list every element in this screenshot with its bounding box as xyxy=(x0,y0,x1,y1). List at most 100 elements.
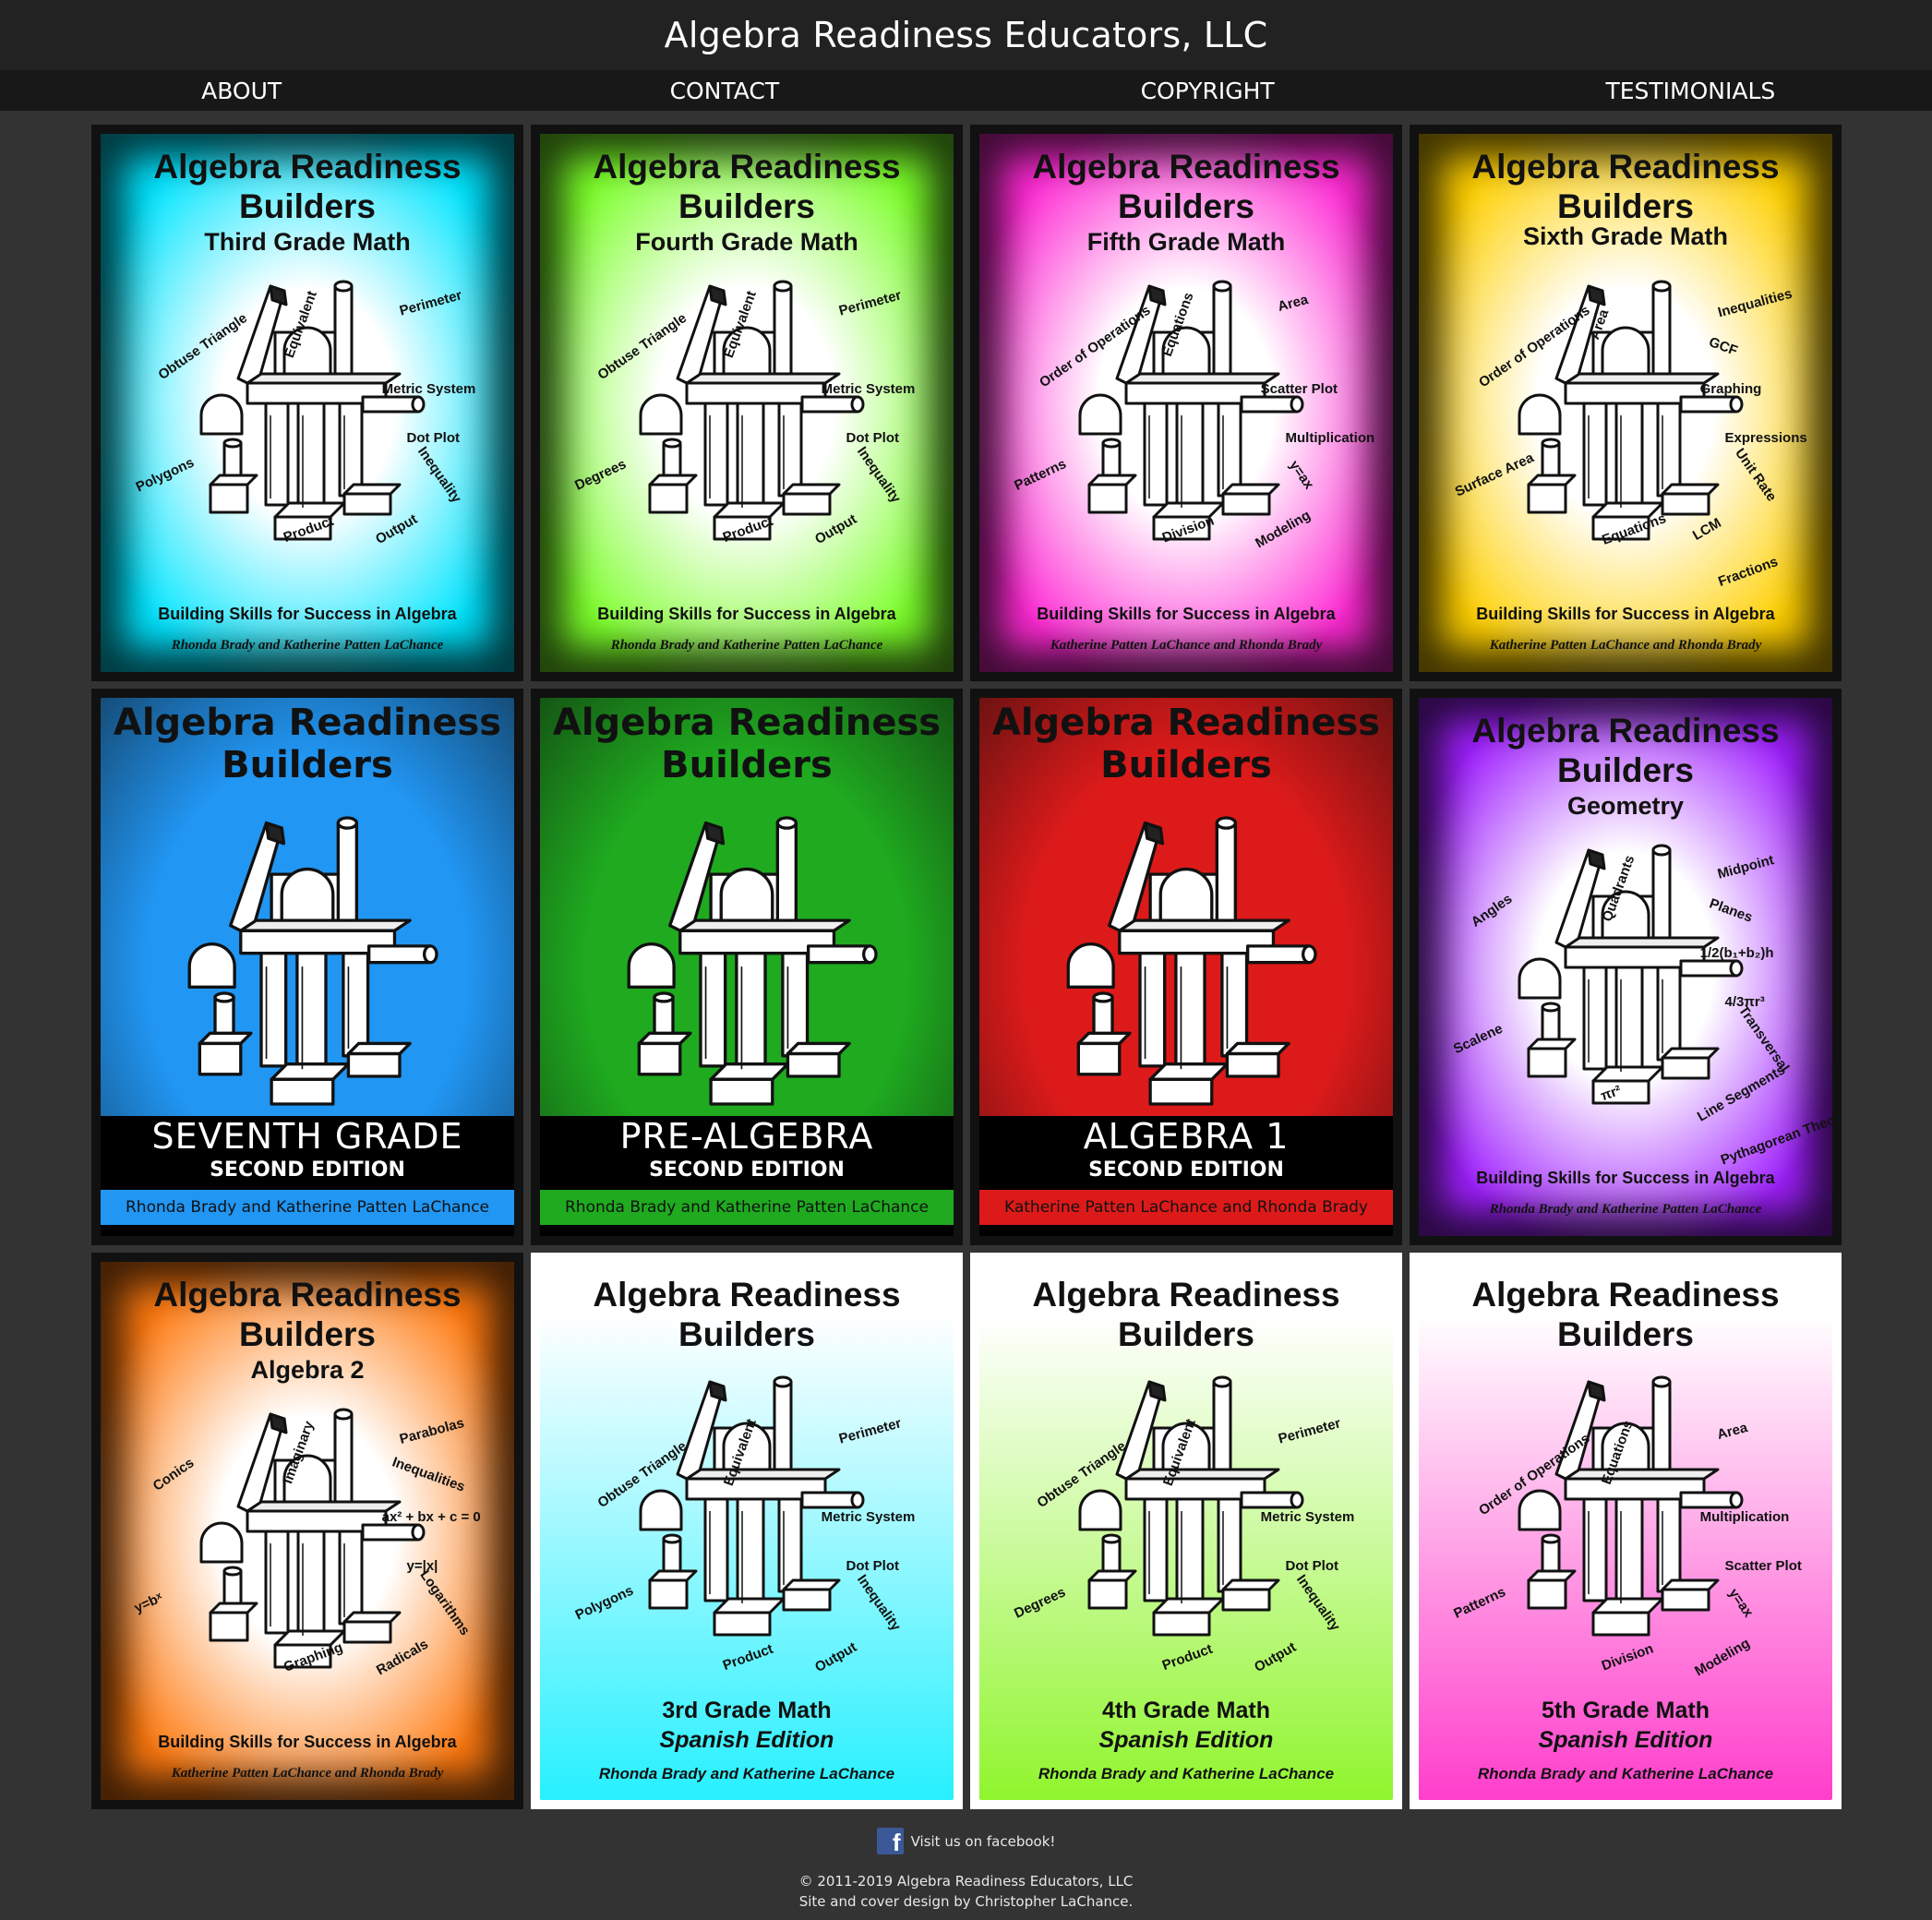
cover-title: Algebra Readiness Builders xyxy=(1471,148,1780,225)
cover-term-label: Output xyxy=(1251,1638,1299,1675)
cover-title: Algebra Readiness Builders xyxy=(1471,1276,1780,1353)
book-grid: Algebra Readiness Builders Third Grade M… xyxy=(0,111,1932,1809)
book-cover-seventh-grade[interactable]: Algebra Readiness Builders SEVENTH GRADE… xyxy=(91,689,523,1245)
cover-title: Algebra Readiness Builders xyxy=(593,148,901,225)
cover-authors: Rhonda Brady and Katherine Patten LaChan… xyxy=(101,1190,514,1225)
cover-term-label: Dot Plot xyxy=(846,429,900,446)
facebook-icon: f xyxy=(876,1828,904,1854)
site-footer: f Visit us on facebook! © 2011-2019 Alge… xyxy=(0,1828,1932,1912)
cover-tagline: Building Skills for Success in Algebra xyxy=(158,1733,457,1751)
cover-tagline: Building Skills for Success in Algebra xyxy=(1476,1169,1775,1187)
cover-art: Algebra Readiness Builders Fifth Grade M… xyxy=(979,134,1393,672)
nav-copyright[interactable]: COPYRIGHT xyxy=(966,78,1449,104)
cover-term-label: Multiplication xyxy=(1285,429,1375,446)
cover-term-label: Modeling xyxy=(1691,1635,1753,1680)
edition-band: SEVENTH GRADE SECOND EDITION Rhonda Brad… xyxy=(101,1116,514,1236)
cover-term-label: Dot Plot xyxy=(846,1557,900,1574)
copyright-text: © 2011-2019 Algebra Readiness Educators,… xyxy=(798,1873,1134,1890)
book-cover-third-grade[interactable]: Algebra Readiness Builders Third Grade M… xyxy=(91,125,523,681)
cover-authors: Rhonda Brady and Katherine LaChance xyxy=(1477,1765,1774,1782)
cover-term-label: Fractions xyxy=(1715,554,1780,591)
book-cover-fourth-grade[interactable]: Algebra Readiness Builders Fourth Grade … xyxy=(531,125,963,681)
site-header: Algebra Readiness Educators, LLC xyxy=(0,0,1932,70)
nav-about[interactable]: ABOUT xyxy=(0,78,483,104)
cover-edition: Spanish Edition xyxy=(659,1727,834,1753)
blocks-illustration xyxy=(169,799,446,1113)
cover-title: Algebra Readiness Builders xyxy=(113,702,502,786)
cover-title: Algebra Readiness Builders xyxy=(153,1276,462,1353)
site-title: Algebra Readiness Educators, LLC xyxy=(664,15,1268,55)
cover-term-label: ax² + bx + c = 0 xyxy=(381,1509,481,1526)
cover-authors: Rhonda Brady and Katherine Patten LaChan… xyxy=(610,638,883,653)
cover-term-label: Metric System xyxy=(1260,1509,1355,1526)
cover-art: Algebra Readiness Builders 3rd Grade Mat… xyxy=(540,1262,954,1800)
cover-term-label: Scalene xyxy=(1450,1021,1506,1058)
book-cover-5th-grade-spanish[interactable]: Algebra Readiness Builders 5th Grade Mat… xyxy=(1410,1253,1842,1809)
cover-grade: 5th Grade Math xyxy=(1542,1698,1710,1723)
blocks-illustration xyxy=(622,1363,871,1640)
cover-authors: Katherine Patten LaChance and Rhonda Bra… xyxy=(171,1766,444,1781)
cover-authors: Rhonda Brady and Katherine Patten LaChan… xyxy=(540,1190,954,1225)
cover-authors: Rhonda Brady and Katherine Patten LaChan… xyxy=(1489,1202,1762,1217)
cover-term-label: Scatter Plot xyxy=(1260,381,1338,398)
cover-term-label: 1/2(b₁+b₂)h xyxy=(1699,945,1774,962)
cover-art: Algebra Readiness Builders Fourth Grade … xyxy=(540,134,954,672)
cover-title: Algebra Readiness Builders xyxy=(1032,1276,1340,1353)
cover-term-label: Division xyxy=(1599,1640,1656,1674)
cover-term-label: Dot Plot xyxy=(406,429,461,446)
cover-term-label: Metric System xyxy=(821,381,916,398)
cover-title: Algebra Readiness Builders xyxy=(1471,712,1780,789)
cover-title: Algebra Readiness Builders xyxy=(593,1276,901,1353)
cover-subtitle: Fifth Grade Math xyxy=(1086,228,1286,256)
cover-term-label: Multiplication xyxy=(1699,1509,1790,1526)
cover-grade: 4th Grade Math xyxy=(1102,1698,1270,1723)
cover-term-label: Degrees xyxy=(572,456,629,495)
cover-art: Algebra Readiness Builders 5th Grade Mat… xyxy=(1419,1262,1832,1800)
nav-testimonials[interactable]: TESTIMONIALS xyxy=(1449,78,1932,104)
blocks-illustration xyxy=(1501,1363,1750,1640)
cover-art: Algebra Readiness Builders Third Grade M… xyxy=(101,134,514,672)
cover-title: Algebra Readiness Builders xyxy=(552,702,942,786)
cover-term-label: Product xyxy=(1159,1640,1215,1674)
cover-edition: Spanish Edition xyxy=(1098,1727,1274,1753)
cover-grade: PRE-ALGEBRA xyxy=(619,1116,874,1157)
cover-term-label: Patterns xyxy=(1012,456,1069,495)
book-cover-algebra-2[interactable]: Algebra Readiness Builders Algebra 2 Bui… xyxy=(91,1253,523,1809)
cover-authors: Katherine Patten LaChance and Rhonda Bra… xyxy=(1489,638,1762,653)
book-cover-pre-algebra[interactable]: Algebra Readiness Builders PRE-ALGEBRA S… xyxy=(531,689,963,1245)
book-cover-geometry[interactable]: Algebra Readiness Builders Geometry Buil… xyxy=(1410,689,1842,1245)
cover-term-label: Degrees xyxy=(1012,1584,1068,1623)
book-cover-algebra-1[interactable]: Algebra Readiness Builders ALGEBRA 1 SEC… xyxy=(970,689,1402,1245)
cover-term-label: Scatter Plot xyxy=(1724,1557,1802,1574)
main-nav: ABOUT CONTACT COPYRIGHT TESTIMONIALS xyxy=(0,70,1932,111)
cover-title: Algebra Readiness Builders xyxy=(1032,148,1340,225)
nav-contact[interactable]: CONTACT xyxy=(483,78,966,104)
cover-art: Algebra Readiness Builders Geometry Buil… xyxy=(1419,698,1832,1236)
book-cover-fifth-grade[interactable]: Algebra Readiness Builders Fifth Grade M… xyxy=(970,125,1402,681)
cover-art: Algebra Readiness Builders Sixth Grade M… xyxy=(1419,134,1832,672)
cover-title: Algebra Readiness Builders xyxy=(991,702,1381,786)
cover-subtitle: Fourth Grade Math xyxy=(635,228,858,256)
cover-edition: SECOND EDITION xyxy=(649,1158,845,1182)
cover-authors: Rhonda Brady and Katherine Patten LaChan… xyxy=(171,638,444,653)
cover-tagline: Building Skills for Success in Algebra xyxy=(597,605,896,623)
cover-term-label: Patterns xyxy=(1451,1584,1508,1623)
cover-subtitle: Sixth Grade Math xyxy=(1522,222,1729,250)
cover-art: Algebra Readiness Builders ALGEBRA 1 SEC… xyxy=(979,698,1393,1236)
cover-tagline: Building Skills for Success in Algebra xyxy=(1037,605,1336,623)
book-cover-sixth-grade[interactable]: Algebra Readiness Builders Sixth Grade M… xyxy=(1410,125,1842,681)
cover-art: Algebra Readiness Builders PRE-ALGEBRA S… xyxy=(540,698,954,1236)
cover-tagline: Building Skills for Success in Algebra xyxy=(1476,605,1775,623)
cover-edition: Spanish Edition xyxy=(1538,1727,1713,1753)
cover-term-label: Graphing xyxy=(1699,381,1762,398)
book-cover-4th-grade-spanish[interactable]: Algebra Readiness Builders 4th Grade Mat… xyxy=(970,1253,1402,1809)
cover-title: Algebra Readiness Builders xyxy=(153,148,462,225)
cover-term-label: Metric System xyxy=(821,1509,916,1526)
facebook-link[interactable]: f Visit us on facebook! xyxy=(0,1828,1932,1854)
blocks-illustration xyxy=(608,799,885,1113)
cover-authors: Rhonda Brady and Katherine LaChance xyxy=(598,1765,895,1782)
cover-authors: Katherine Patten LaChance and Rhonda Bra… xyxy=(979,1190,1393,1225)
cover-grade: SEVENTH GRADE xyxy=(151,1116,463,1157)
cover-term-label: Output xyxy=(811,1638,859,1675)
book-cover-3rd-grade-spanish[interactable]: Algebra Readiness Builders 3rd Grade Mat… xyxy=(531,1253,963,1809)
